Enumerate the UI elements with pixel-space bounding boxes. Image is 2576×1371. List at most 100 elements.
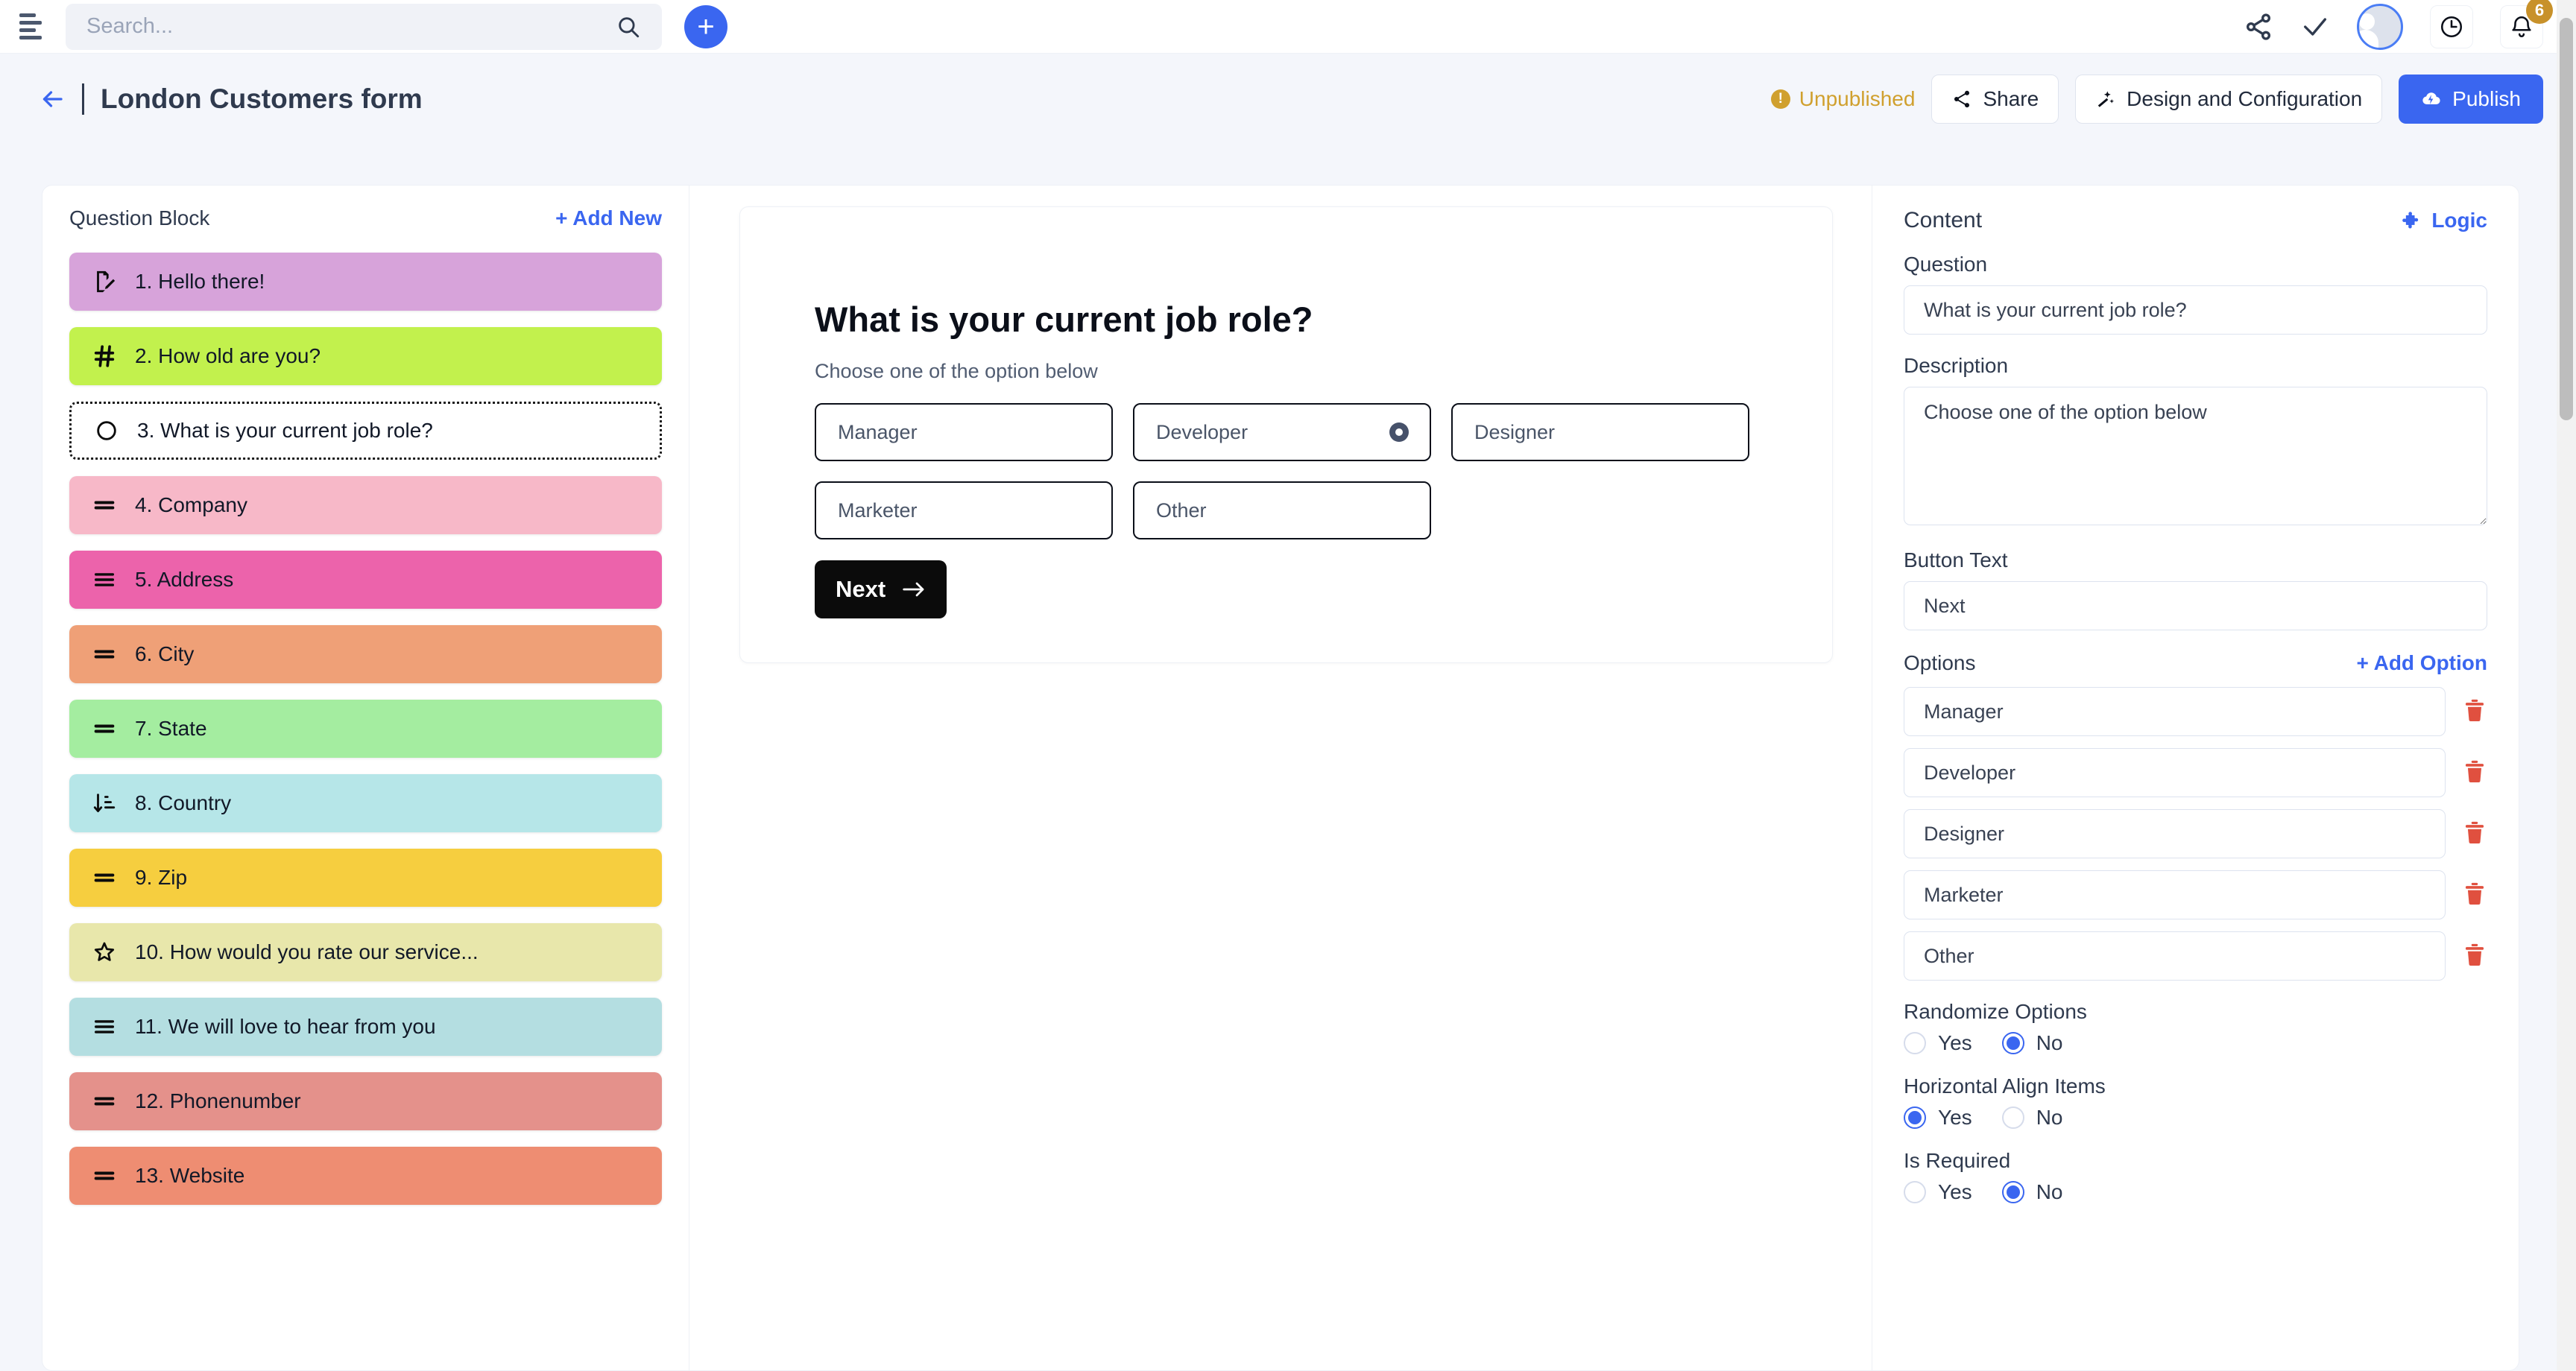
radio-row: Yes No: [1904, 1106, 2487, 1130]
option-input[interactable]: [1904, 931, 2446, 981]
equals-icon: [92, 493, 117, 518]
preview-option[interactable]: Marketer: [815, 481, 1113, 539]
status-badge: ! Unpublished: [1771, 87, 1916, 111]
radio-no[interactable]: [2002, 1106, 2024, 1129]
preview-option[interactable]: Manager: [815, 403, 1113, 461]
topbar-actions: 6: [2244, 4, 2576, 50]
delete-option-icon[interactable]: [2462, 697, 2487, 726]
preview-option-label: Developer: [1156, 421, 1248, 444]
question-block-label: 8. Country: [135, 791, 231, 815]
question-block-item[interactable]: 4. Company: [69, 476, 662, 534]
question-block-item[interactable]: 11. We will love to hear from you: [69, 998, 662, 1056]
radio-yes[interactable]: [1904, 1106, 1926, 1129]
question-block-item[interactable]: 10. How would you rate our service...: [69, 923, 662, 981]
preview-next-label: Next: [836, 576, 886, 603]
add-button[interactable]: +: [684, 5, 727, 48]
search-input[interactable]: [86, 14, 616, 39]
clock-icon: [2439, 14, 2464, 39]
question-block-label: 2. How old are you?: [135, 344, 321, 368]
share-button-label: Share: [1983, 87, 2039, 111]
publish-button[interactable]: Publish: [2399, 75, 2543, 124]
radio-no[interactable]: [2002, 1032, 2024, 1054]
option-input[interactable]: [1904, 809, 2446, 858]
radio-no-label[interactable]: No: [2036, 1031, 2063, 1055]
check-icon[interactable]: [2300, 12, 2330, 42]
button-text-field-label: Button Text: [1904, 548, 2487, 572]
share-button[interactable]: Share: [1931, 75, 2059, 124]
preview-next-button[interactable]: Next: [815, 560, 947, 618]
question-block-item[interactable]: 13. Website: [69, 1147, 662, 1205]
radio-yes-label[interactable]: Yes: [1938, 1031, 1972, 1055]
question-block-panel: Question Block + Add New 1. Hello there!…: [42, 186, 689, 1370]
question-block-label: 13. Website: [135, 1164, 244, 1188]
preview-option-label: Designer: [1474, 421, 1555, 444]
description-textarea[interactable]: Choose one of the option below: [1904, 387, 2487, 525]
option-rows: [1904, 687, 2487, 981]
equals-icon: [92, 716, 117, 741]
menu-icon[interactable]: [19, 12, 49, 42]
question-input[interactable]: [1904, 285, 2487, 335]
delete-option-icon[interactable]: [2462, 942, 2487, 970]
button-text-input[interactable]: [1904, 581, 2487, 630]
radio-no-label[interactable]: No: [2036, 1180, 2063, 1204]
magic-wand-icon: [2095, 89, 2116, 110]
scrollbar-thumb[interactable]: [2560, 18, 2573, 420]
preview-option[interactable]: Other: [1133, 481, 1431, 539]
question-block-item[interactable]: 5. Address: [69, 551, 662, 609]
option-row: [1904, 748, 2487, 797]
avatar[interactable]: [2357, 4, 2403, 50]
equals-icon: [92, 1163, 117, 1188]
notifications-button[interactable]: 6: [2500, 5, 2543, 48]
delete-option-icon[interactable]: [2462, 820, 2487, 848]
logic-button[interactable]: Logic: [2402, 209, 2487, 232]
content-panel-title: Content: [1904, 208, 1982, 233]
question-block-item[interactable]: 9. Zip: [69, 849, 662, 907]
equals-icon: [92, 642, 117, 667]
options-label: Options: [1904, 651, 1976, 675]
page-scrollbar[interactable]: [2557, 0, 2576, 1371]
radio-yes[interactable]: [1904, 1032, 1926, 1054]
question-block-item[interactable]: 1. Hello there!: [69, 253, 662, 311]
settings-section: Randomize OptionsYesNoHorizontal Align I…: [1904, 1000, 2487, 1204]
radio-yes[interactable]: [1904, 1181, 1926, 1203]
header-actions: ! Unpublished Share Design and Configura…: [1771, 75, 2576, 124]
radio-yes-label[interactable]: Yes: [1938, 1106, 1972, 1130]
preview-question: What is your current job role?: [815, 299, 1313, 340]
search-box[interactable]: [66, 4, 662, 50]
delete-option-icon[interactable]: [2462, 759, 2487, 787]
option-input[interactable]: [1904, 870, 2446, 919]
option-input[interactable]: [1904, 748, 2446, 797]
question-block-label: 5. Address: [135, 568, 233, 592]
setting-label: Is Required: [1904, 1149, 2487, 1173]
plus-icon: +: [697, 12, 714, 42]
radio-yes-label[interactable]: Yes: [1938, 1180, 1972, 1204]
add-option-button[interactable]: + Add Option: [2357, 651, 2488, 675]
question-block-item[interactable]: 12. Phonenumber: [69, 1072, 662, 1130]
question-block-item[interactable]: 7. State: [69, 700, 662, 758]
question-block-label: 12. Phonenumber: [135, 1089, 301, 1113]
question-block-label: 11. We will love to hear from you: [135, 1015, 436, 1039]
option-input[interactable]: [1904, 687, 2446, 736]
question-block-item[interactable]: 3. What is your current job role?: [69, 402, 662, 460]
header-divider: [82, 83, 84, 115]
design-configuration-button[interactable]: Design and Configuration: [2075, 75, 2382, 124]
preview-options: Manager Developer Designer Marketer Other: [815, 403, 1776, 539]
preview-column: What is your current job role? Choose on…: [689, 186, 1872, 1370]
description-field-label: Description: [1904, 354, 2487, 378]
question-block-item[interactable]: 8. Country: [69, 774, 662, 832]
delete-option-icon[interactable]: [2462, 881, 2487, 909]
add-new-button[interactable]: + Add New: [555, 206, 662, 230]
radio-no[interactable]: [2002, 1181, 2024, 1203]
radio-no-label[interactable]: No: [2036, 1106, 2063, 1130]
back-arrow-icon[interactable]: [39, 86, 66, 113]
share-icon[interactable]: [2244, 12, 2273, 42]
search-icon[interactable]: [616, 14, 641, 39]
question-block-item[interactable]: 6. City: [69, 625, 662, 683]
history-button[interactable]: [2430, 5, 2473, 48]
preview-option[interactable]: Designer: [1451, 403, 1749, 461]
notification-badge: 6: [2526, 0, 2553, 24]
hash-icon: [92, 343, 117, 369]
note-edit-icon: [92, 269, 117, 294]
question-block-item[interactable]: 2. How old are you?: [69, 327, 662, 385]
preview-option[interactable]: Developer: [1133, 403, 1431, 461]
